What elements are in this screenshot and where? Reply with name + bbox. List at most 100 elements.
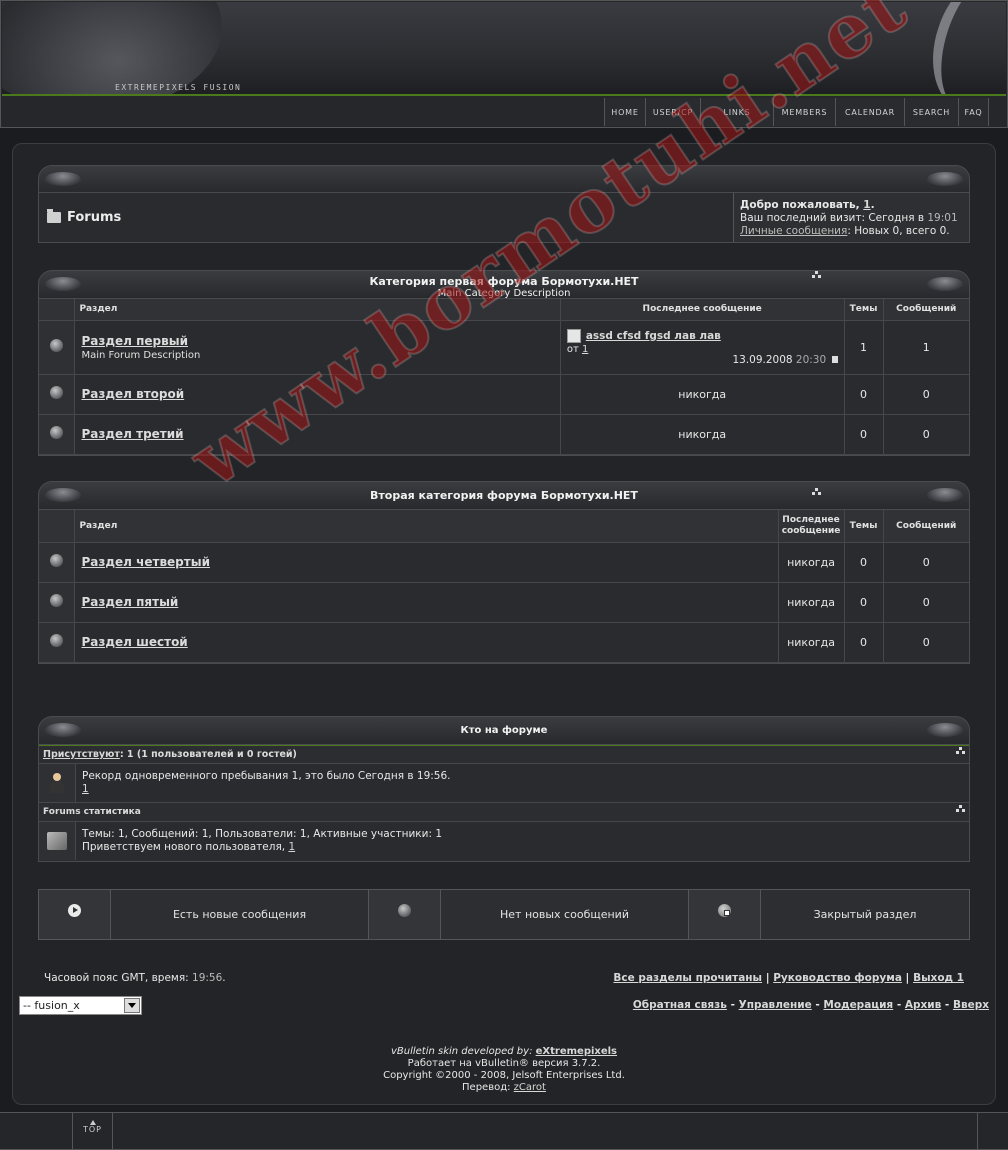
last-visit-label: Ваш последний визит: Сегодня в xyxy=(740,212,928,224)
users-online-icon xyxy=(39,764,76,802)
collapse-icon[interactable] xyxy=(956,805,965,812)
last-post-cell: никогда xyxy=(560,414,845,455)
collapse-icon[interactable] xyxy=(956,747,965,754)
legend-new-posts: Есть новые сообщения xyxy=(111,890,369,939)
post-count: 0 xyxy=(883,582,969,623)
forum-row: Раздел третий никогда 0 0 xyxy=(39,414,969,455)
record-text: Рекорд одновременного пребывания 1, это … xyxy=(82,770,451,782)
online-user-link[interactable]: 1 xyxy=(82,783,89,795)
page-title[interactable]: Forums xyxy=(67,210,121,225)
present-stats: : 1 (1 пользователей и 0 гостей) xyxy=(119,749,297,760)
nav-calendar[interactable]: CALENDAR xyxy=(835,98,904,126)
archive-link[interactable]: Архив xyxy=(905,999,941,1011)
by-label: от xyxy=(566,343,582,355)
translation-link[interactable]: zCarot xyxy=(514,1082,546,1093)
forum-status-icon xyxy=(39,374,76,415)
contact-link[interactable]: Обратная связь xyxy=(633,999,727,1011)
forum-link[interactable]: Раздел второй xyxy=(81,387,559,401)
present-link[interactable]: Присутствуют xyxy=(43,749,120,760)
chevron-down-icon[interactable] xyxy=(124,998,140,1013)
forum-info: Раздел второй xyxy=(74,374,561,415)
header-posts: Сообщений xyxy=(883,510,969,543)
nav-members[interactable]: MEMBERS xyxy=(773,98,835,126)
style-select[interactable]: -- fusion_x xyxy=(19,996,142,1015)
nav-search[interactable]: SEARCH xyxy=(904,98,958,126)
thread-count: 0 xyxy=(844,582,884,623)
breadcrumb-cap xyxy=(38,165,970,193)
forum-info: Раздел шестой xyxy=(74,622,779,663)
header-banner xyxy=(2,2,1006,94)
top-label: TOP xyxy=(82,1125,102,1134)
category-2-title[interactable]: Вторая категория форума Бормотухи.НЕТ xyxy=(39,489,969,502)
forum-link[interactable]: Раздел пятый xyxy=(81,595,777,609)
banner-swirl-left xyxy=(2,2,222,94)
top-link[interactable]: Вверх xyxy=(953,999,989,1011)
welcome-box: Добро пожаловать, 1. Ваш последний визит… xyxy=(733,193,969,242)
forum-row: Раздел шестой никогда 0 0 xyxy=(39,622,969,663)
site-header: EXTREMEPIXELS FUSION HOME USER/CP LINKS … xyxy=(0,0,1008,128)
stats-bar: Forums статистика xyxy=(39,803,969,822)
welcome-new-text: Приветствуем нового пользователя, xyxy=(82,841,289,853)
cap-knob-left xyxy=(45,172,81,186)
icon-legend: Есть новые сообщения Нет новых сообщений… xyxy=(38,889,970,940)
forum-status-icon xyxy=(39,320,76,375)
top-button[interactable]: TOP xyxy=(72,1113,113,1149)
post-count: 0 xyxy=(883,414,969,455)
category-2-table: Раздел Последнее сообщение Темы Сообщени… xyxy=(38,509,970,664)
table-header-row: Раздел Последнее сообщение Темы Сообщени… xyxy=(39,299,969,321)
forum-description: Main Forum Description xyxy=(81,349,201,361)
footer-links: Обратная связь - Управление - Модерация … xyxy=(632,999,989,1011)
nav-home[interactable]: HOME xyxy=(604,98,645,126)
collapse-icon[interactable] xyxy=(812,271,821,278)
welcome-user-link[interactable]: 1 xyxy=(863,199,870,211)
admin-link[interactable]: Управление xyxy=(739,999,812,1011)
mark-read-link[interactable]: Все разделы прочитаны xyxy=(613,972,762,984)
copyright: Copyright ©2000 - 2008, Jelsoft Enterpri… xyxy=(383,1070,625,1081)
header-divider xyxy=(2,94,1006,96)
thread-count: 1 xyxy=(844,320,884,375)
header-posts: Сообщений xyxy=(883,299,969,321)
goto-last-post-icon[interactable] xyxy=(831,355,838,363)
forum-row: Раздел пятый никогда 0 0 xyxy=(39,582,969,623)
post-icon xyxy=(566,328,581,343)
last-post-user[interactable]: 1 xyxy=(582,344,588,355)
thread-count: 0 xyxy=(844,414,884,455)
powered-by: Работает на vBulletin® версия 3.7.2. xyxy=(407,1058,601,1069)
whos-online-title: Кто на форуме xyxy=(460,725,548,736)
forum-info: Раздел пятый xyxy=(74,582,779,623)
logout-link[interactable]: Выход 1 xyxy=(913,972,964,984)
nav-user-cp[interactable]: USER/CP xyxy=(645,98,700,126)
thread-count: 0 xyxy=(844,542,884,583)
folder-icon[interactable] xyxy=(47,209,61,223)
private-messages-link[interactable]: Личные сообщения xyxy=(740,225,847,237)
last-post-link[interactable]: assd cfsd fgsd лав лав xyxy=(586,330,721,342)
welcome-suffix: . xyxy=(870,199,875,211)
pm-stats: : Новых 0, всего 0. xyxy=(847,225,950,237)
nav-faq[interactable]: FAQ xyxy=(958,98,989,126)
last-visit-time: 19:01 xyxy=(927,212,958,224)
category-1-title[interactable]: Категория первая форума Бормотухи.НЕТ xyxy=(39,275,969,288)
header-icon-col xyxy=(39,299,76,321)
bottom-bar: TOP xyxy=(0,1112,1008,1150)
online-users-row: Рекорд одновременного пребывания 1, это … xyxy=(39,764,969,803)
table-header-row: Раздел Последнее сообщение Темы Сообщени… xyxy=(39,510,969,543)
credit-link[interactable]: eXtremepixels xyxy=(536,1046,617,1057)
whos-online-header: Кто на форуме xyxy=(38,716,970,744)
present-bar: Присутствуют: 1 (1 пользователей и 0 гос… xyxy=(39,745,969,764)
post-count: 0 xyxy=(883,622,969,663)
banner-swirl-right xyxy=(916,2,1006,94)
forum-guide-link[interactable]: Руководство форума xyxy=(773,972,902,984)
post-count: 0 xyxy=(883,542,969,583)
forum-link[interactable]: Раздел третий xyxy=(81,427,559,441)
nav-links[interactable]: LINKS xyxy=(700,98,773,126)
new-user-link[interactable]: 1 xyxy=(288,841,295,853)
moderation-link[interactable]: Модерация xyxy=(823,999,893,1011)
timezone-label: Часовой пояс GMT, время: xyxy=(44,972,193,984)
forum-link[interactable]: Раздел первый xyxy=(81,334,559,348)
forum-link[interactable]: Раздел шестой xyxy=(81,635,777,649)
footer-divider xyxy=(977,1113,978,1149)
lock-icon xyxy=(689,890,761,939)
forum-link[interactable]: Раздел четвертый xyxy=(81,555,777,569)
brand-text: EXTREMEPIXELS FUSION xyxy=(115,83,242,92)
collapse-icon[interactable] xyxy=(812,488,821,495)
